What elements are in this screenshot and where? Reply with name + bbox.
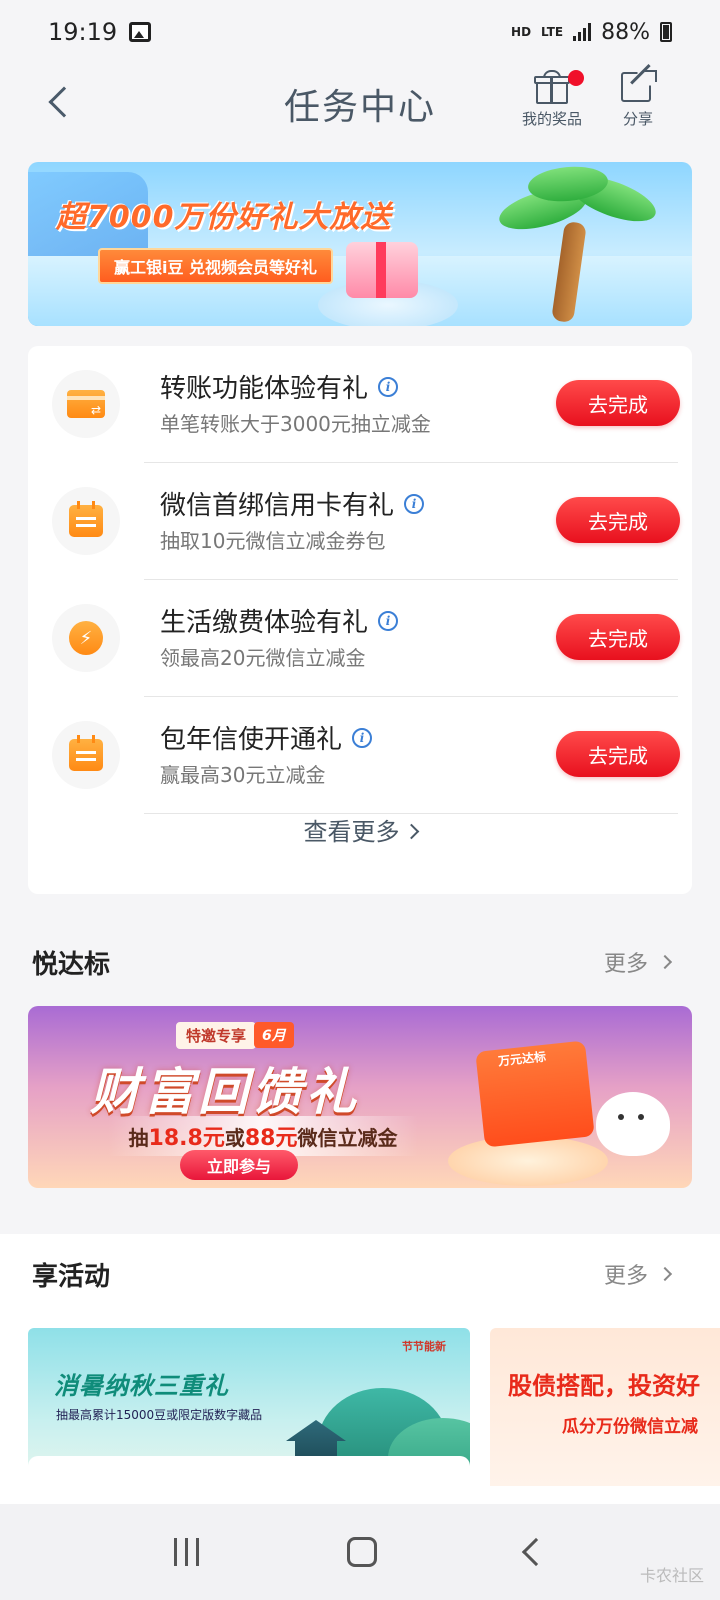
wealth-reward-banner[interactable]: 万元达标 特邀专享 6月 财富回馈礼 抽18.8元或88元微信立减金 立即参与	[28, 1006, 692, 1188]
activity-title: 股债搭配，投资好	[508, 1372, 700, 1400]
task-desc: 赢最高30元立减金	[160, 763, 326, 787]
info-icon[interactable]: i	[378, 610, 399, 631]
recents-button[interactable]	[174, 1538, 200, 1566]
info-icon[interactable]: i	[378, 376, 399, 397]
my-prizes-label: 我的奖品	[521, 110, 582, 128]
home-button[interactable]	[347, 1537, 378, 1567]
task-row: 转账功能体验有礼 i 单笔转账大于3000元抽立减金 去完成	[28, 346, 692, 463]
task-row: 包年信使开通礼 i 赢最高30元立减金 去完成	[28, 697, 692, 814]
see-more-link[interactable]: 查看更多	[28, 812, 692, 847]
card-transfer-icon	[67, 390, 105, 418]
more-label: 更多	[603, 1264, 648, 1289]
see-more-label: 查看更多	[303, 818, 400, 846]
image-notification-icon	[129, 22, 152, 42]
more-label: 更多	[603, 952, 648, 977]
task-complete-button[interactable]: 去完成	[556, 731, 680, 777]
status-indicators: HD LTE 88%	[511, 20, 672, 45]
battery-icon	[660, 22, 672, 42]
section-title-yue: 悦达标	[32, 950, 111, 980]
task-title: 微信首绑信用卡有礼	[160, 491, 395, 521]
status-bar: 19:19 HD LTE 88%	[0, 0, 720, 64]
section-more-yue[interactable]: 更多	[603, 946, 673, 978]
mascot-illustration	[596, 1092, 670, 1156]
task-row: ⚡ 生活缴费体验有礼 i 领最高20元微信立减金 去完成	[28, 580, 692, 697]
section-title-activities: 享活动	[32, 1262, 111, 1292]
activity-card[interactable]: 节节能新 消暑纳秋三重礼 抽最高累计15000豆或限定版数字藏品	[28, 1328, 470, 1486]
banner-title: 超7000万份好礼大放送	[56, 200, 392, 235]
task-complete-button[interactable]: 去完成	[556, 380, 680, 426]
task-title: 生活缴费体验有礼	[160, 608, 369, 638]
chevron-right-icon	[657, 1266, 673, 1282]
activity-badge: 节节能新	[402, 1340, 446, 1353]
activity-title: 消暑纳秋三重礼	[54, 1372, 229, 1400]
share-label: 分享	[622, 110, 653, 128]
task-row: 微信首绑信用卡有礼 i 抽取10元微信立减金券包 去完成	[28, 463, 692, 580]
system-back-button[interactable]	[521, 1537, 550, 1567]
activity-subtitle: 抽最高累计15000豆或限定版数字藏品	[56, 1408, 263, 1422]
join-now-button[interactable]: 立即参与	[180, 1150, 298, 1180]
month-tag: 6月	[254, 1022, 294, 1048]
invite-tag: 特邀专享	[176, 1022, 257, 1049]
task-title: 包年信使开通礼	[160, 725, 343, 755]
system-nav-bar	[0, 1504, 720, 1600]
hd-indicator: HD	[511, 25, 532, 39]
signal-icon	[573, 23, 592, 41]
section-more-activities[interactable]: 更多	[603, 1258, 673, 1290]
task-title: 转账功能体验有礼	[160, 374, 369, 404]
task-desc: 抽取10元微信立减金券包	[160, 529, 386, 553]
network-indicator: LTE	[541, 25, 564, 39]
share-button[interactable]: 分享	[598, 63, 678, 129]
task-complete-button[interactable]: 去完成	[556, 614, 680, 660]
status-time: 19:19	[48, 18, 118, 46]
amount-1: 18.8元	[148, 1126, 225, 1151]
header: 任务中心 我的奖品 分享	[0, 63, 720, 140]
battery-percent: 88%	[601, 19, 650, 45]
task-list-card: 转账功能体验有礼 i 单笔转账大于3000元抽立减金 去完成 微信首绑信用卡有礼 i…	[28, 346, 692, 894]
activity-subtitle: 瓜分万份微信立减	[562, 1417, 698, 1437]
activity-card[interactable]: 股债搭配，投资好 瓜分万份微信立减	[490, 1328, 720, 1486]
amount-2: 88元	[244, 1126, 298, 1151]
calendar-icon	[69, 501, 103, 537]
banner-subtitle: 赢工银i豆 兑视频会员等好礼	[98, 248, 334, 284]
promo-banner-gifts[interactable]: 超7000万份好礼大放送 赢工银i豆 兑视频会员等好礼	[28, 162, 692, 326]
lightning-drop-icon: ⚡	[69, 621, 103, 655]
notification-dot	[568, 70, 584, 86]
gift-icon	[534, 70, 570, 104]
cake-gift-illustration	[346, 242, 418, 298]
watermark: 卡农社区	[639, 1566, 704, 1585]
task-desc: 单笔转账大于3000元抽立减金	[160, 412, 431, 436]
chevron-right-icon	[657, 954, 673, 970]
task-desc: 领最高20元微信立减金	[160, 646, 366, 670]
info-icon[interactable]: i	[352, 727, 373, 748]
share-icon	[621, 63, 657, 104]
wealth-banner-title: 财富回馈礼	[90, 1063, 360, 1121]
info-icon[interactable]: i	[404, 493, 425, 514]
calendar-icon	[69, 735, 103, 771]
chevron-right-icon	[403, 823, 419, 839]
task-complete-button[interactable]: 去完成	[556, 497, 680, 543]
